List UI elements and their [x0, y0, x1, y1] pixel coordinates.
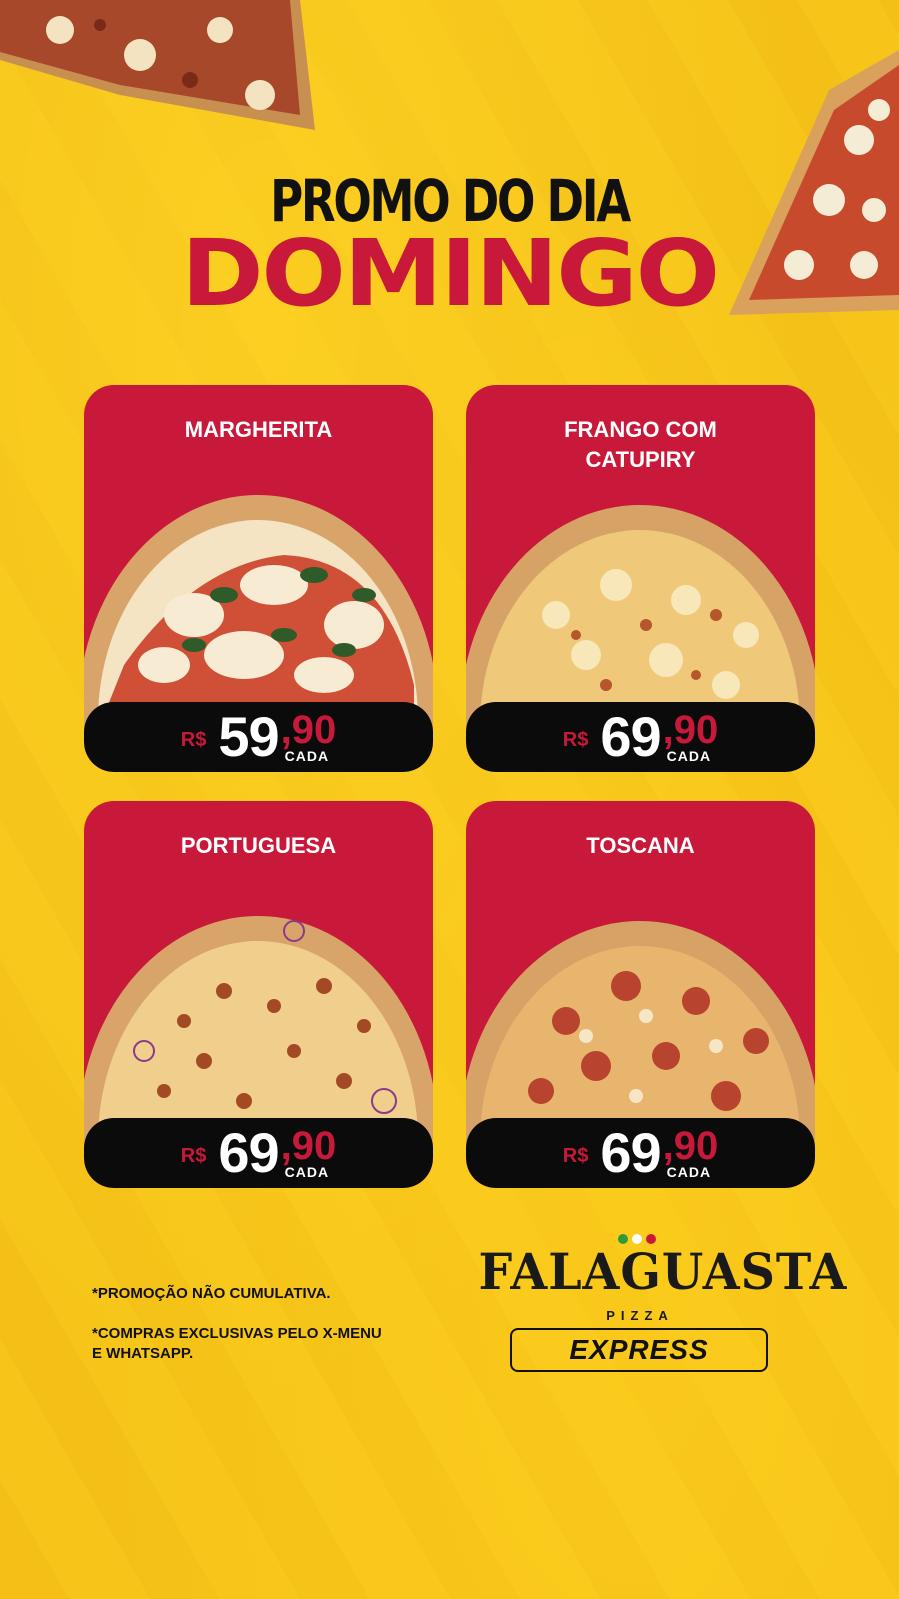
price-unit: CADA [666, 748, 712, 764]
currency-label: R$ [562, 728, 589, 751]
pizza-slice-top-left-image [0, 0, 315, 130]
price-bar: R$ 69 ,90 CADA [466, 1118, 815, 1188]
express-label: EXPRESS [569, 1334, 709, 1365]
price-decimal: ,90 [662, 1124, 719, 1168]
day-title: DOMINGO [181, 220, 720, 327]
price-integer: 69 [600, 1121, 661, 1184]
card-title: MARGHERITA [184, 417, 333, 442]
price-decimal: ,90 [662, 708, 719, 752]
price-integer: 69 [218, 1121, 279, 1184]
product-card-toscana[interactable]: TOSCANA R$ 69 ,90 CADA [466, 801, 815, 1188]
brand-logo: FALAGUASTA PIZZA EXPRESS [470, 1230, 848, 1390]
note-non-cumulative: *PROMOÇÃO NÃO CUMULATIVA. [92, 1285, 331, 1302]
price-bar: R$ 69 ,90 CADA [466, 702, 815, 772]
product-card-portuguesa[interactable]: PORTUGUESA R$ 69 ,90 CADA [84, 801, 433, 1188]
currency-label: R$ [562, 1144, 589, 1167]
price-unit: CADA [284, 1164, 330, 1180]
product-card-margherita[interactable]: MARGHERITA R$ 59 ,90 CADA [84, 385, 433, 772]
price-integer: 59 [218, 705, 279, 768]
price-decimal: ,90 [280, 1124, 337, 1168]
card-title: FRANGO COM CATUPIRY [564, 417, 717, 472]
promo-notes: *PROMOÇÃO NÃO CUMULATIVA. *COMPRAS EXCLU… [92, 1284, 392, 1364]
price-bar: R$ 59 ,90 CADA [84, 702, 433, 772]
promo-headline: PROMO DO DIA DOMINGO [0, 170, 899, 322]
price-bar: R$ 69 ,90 CADA [84, 1118, 433, 1188]
note-exclusive-channels: *COMPRAS EXCLUSIVAS PELO X-MENU E WHATSA… [92, 1325, 382, 1362]
product-card-frango-com-catupiry[interactable]: FRANGO COM CATUPIRY R$ 69 ,90 CADA [466, 385, 815, 772]
price-unit: CADA [284, 748, 330, 764]
express-badge: EXPRESS [510, 1328, 768, 1372]
price-integer: 69 [600, 705, 661, 768]
price-unit: CADA [666, 1164, 712, 1180]
price-decimal: ,90 [280, 708, 337, 752]
brand-name: FALAGUASTA [478, 1242, 848, 1301]
card-title: TOSCANA [586, 833, 695, 858]
brand-subtitle: PIZZA [606, 1308, 674, 1323]
currency-label: R$ [180, 728, 207, 751]
currency-label: R$ [180, 1144, 207, 1167]
card-title: PORTUGUESA [180, 833, 337, 858]
